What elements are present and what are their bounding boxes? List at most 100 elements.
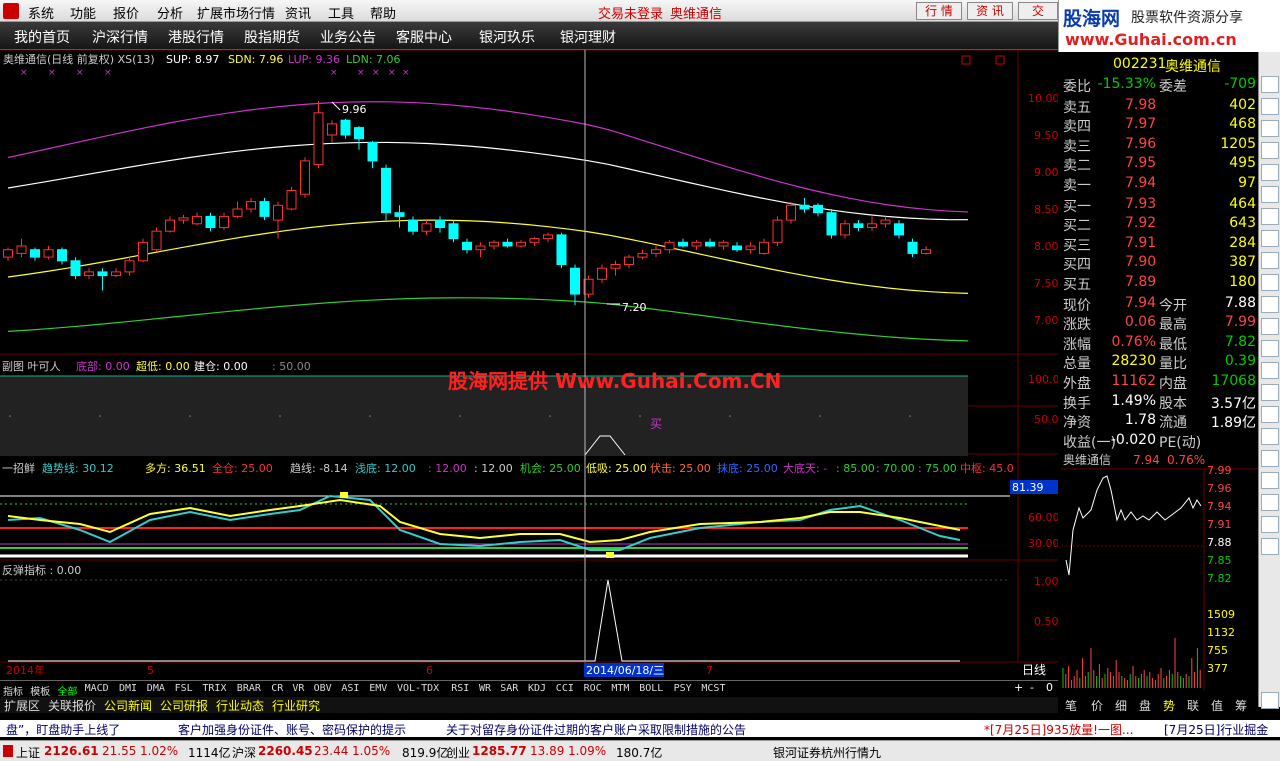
tab-company-news[interactable]: 公司新闻 [104,697,152,714]
toolbar-zoom-icon[interactable] [1261,340,1279,357]
toolbar-grid-icon[interactable] [1261,296,1279,313]
menu-extended-market[interactable]: 扩展市场行情 [197,3,275,22]
indicator-tab[interactable]: BRAR [237,683,261,694]
indicator-tab[interactable]: SAR [500,683,518,694]
indicator-tab[interactable]: MCST [701,683,725,694]
period-label[interactable]: 日线 [1022,663,1046,677]
indicator-tab[interactable]: MTM [611,683,629,694]
trade-button[interactable]: 交 [1018,2,1058,20]
indicator-tab[interactable]: KDJ [528,683,546,694]
tab-price[interactable]: 价 [1091,697,1103,714]
toolbar-draw-icon[interactable] [1261,450,1279,467]
indicator-tab[interactable]: MACD [85,683,109,694]
menu-news[interactable]: 资讯 [285,3,311,22]
nav-announcements[interactable]: 业务公告 [320,27,376,47]
ticker-item[interactable]: *[7月25日]935放量!一图... [984,721,1133,738]
zoom-out-button[interactable]: - [1030,681,1034,694]
indicator-tab[interactable]: BOLL [639,683,663,694]
toolbar-boll-icon[interactable] [1261,406,1279,423]
indicator-tab[interactable]: ROC [584,683,602,694]
toolbar-rsi-icon[interactable] [1261,384,1279,401]
toolbar-expand-icon[interactable] [1261,692,1279,709]
toolbar-help-icon[interactable] [1261,538,1279,555]
kline-chart-area[interactable]: × × × × × × × × × 奥维通信(日线 前复权) XS(13) SUP: 8.97 … [0,50,1058,680]
indicator-tab[interactable]: 指标 [3,683,23,698]
indicator-tab[interactable]: ASI [341,683,359,694]
menu-help[interactable]: 帮助 [370,3,396,22]
indicator-tab[interactable]: 模板 [30,683,50,698]
app-icon[interactable] [3,3,19,19]
indicator-tab[interactable]: RSI [451,683,469,694]
menu-quote[interactable]: 报价 [113,3,139,22]
indicator-tab[interactable]: WR [479,683,491,694]
toolbar-f10-icon[interactable] [1261,230,1279,247]
indicator-tab[interactable]: EMV [369,683,387,694]
toolbar-tool-icon[interactable] [1261,428,1279,445]
nav-futures[interactable]: 股指期货 [244,27,300,47]
menu-system[interactable]: 系统 [28,3,54,22]
sub2-v13: : 85.00 [836,462,875,475]
tab-industry-news[interactable]: 行业动态 [216,697,264,714]
nav-jiule[interactable]: 银河玖乐 [479,27,535,47]
tab-linked[interactable]: 联 [1187,697,1199,714]
toolbar-refresh-icon[interactable] [1261,494,1279,511]
zoom-reset-button[interactable]: 0 [1046,681,1053,694]
toolbar-text-icon[interactable] [1261,472,1279,489]
indicator-tab[interactable]: VOL-TDX [397,683,439,694]
toolbar-info-icon[interactable] [1261,252,1279,269]
indicator-tab[interactable]: FSL [175,683,193,694]
indicator-tab[interactable]: DMA [147,683,165,694]
indicator-tab[interactable]: 全部 [57,683,77,698]
ticker-item[interactable]: [7月25日]行业掘金 [1164,721,1268,738]
cy-label[interactable]: 创业 [446,744,470,761]
nav-shsz[interactable]: 沪深行情 [92,27,148,47]
sh-label[interactable]: 上证 [16,744,40,761]
menu-analysis[interactable]: 分析 [157,3,183,22]
toolbar-fin-icon[interactable] [1261,274,1279,291]
toolbar-settings-icon[interactable] [1261,516,1279,533]
toolbar-kline-icon[interactable] [1261,208,1279,225]
tab-chips[interactable]: 筹 [1235,697,1247,714]
news-button[interactable]: 资 讯 [967,2,1013,20]
quote-button[interactable]: 行 情 [916,2,962,20]
indicator-tab[interactable]: VR [292,683,304,694]
ticker-item[interactable]: 客户加强身份证件、账号、密码保护的提示 [178,721,406,738]
toolbar-fx-icon[interactable] [1261,318,1279,335]
trade-status[interactable]: 交易未登录 [598,3,663,22]
tab-company-research[interactable]: 公司研报 [160,697,208,714]
menu-function[interactable]: 功能 [70,3,96,22]
toolbar-ma-icon[interactable] [1261,362,1279,379]
toolbar-chart-icon[interactable] [1261,186,1279,203]
indicator-tab[interactable]: PSY [674,683,692,694]
toolbar-next-icon[interactable] [1261,142,1279,159]
indicator-tab[interactable]: CCI [556,683,574,694]
indicator-tab[interactable]: TRIX [202,683,226,694]
toolbar-up-icon[interactable] [1261,76,1279,93]
tab-detail[interactable]: 细 [1115,697,1127,714]
hs-label[interactable]: 沪深 [232,744,256,761]
nav-finance[interactable]: 银河理财 [560,27,616,47]
nav-home[interactable]: 我的首页 [14,27,70,47]
indicator-tab[interactable]: CR [271,683,283,694]
tab-industry-research[interactable]: 行业研究 [272,697,320,714]
mini-intraday-chart[interactable]: 奥维通信 7.94 0.76% 7.99 7.96 7.94 7.91 7.88 7.85… [1061,450,1258,690]
nav-hk[interactable]: 港股行情 [168,27,224,47]
toolbar-down-icon[interactable] [1261,98,1279,115]
tab-board[interactable]: 盘 [1139,697,1151,714]
main-chart-header: 奥维通信(日线 前复权) XS(13) [3,52,155,66]
nav-service[interactable]: 客服中心 [396,27,452,47]
tab-extension[interactable]: 扩展区 [4,697,40,714]
indicator-tab[interactable]: DMI [119,683,137,694]
indicator-tab[interactable]: OBV [314,683,332,694]
label: 总量 [1063,356,1091,373]
tab-related-quotes[interactable]: 关联报价 [48,697,96,714]
tab-value[interactable]: 值 [1211,697,1223,714]
toolbar-list-icon[interactable] [1261,164,1279,181]
tab-trend[interactable]: 势 [1163,697,1175,714]
toolbar-prev-icon[interactable] [1261,120,1279,137]
menu-tools[interactable]: 工具 [328,3,354,22]
zoom-in-button[interactable]: + [1014,681,1023,694]
tab-ticks[interactable]: 笔 [1065,697,1077,714]
ticker-item[interactable]: 关于对留存身份证件过期的客户账户采取限制措施的公告 [446,721,746,738]
ticker-item[interactable]: 盘”，盯盘助手上线了 [6,721,120,738]
